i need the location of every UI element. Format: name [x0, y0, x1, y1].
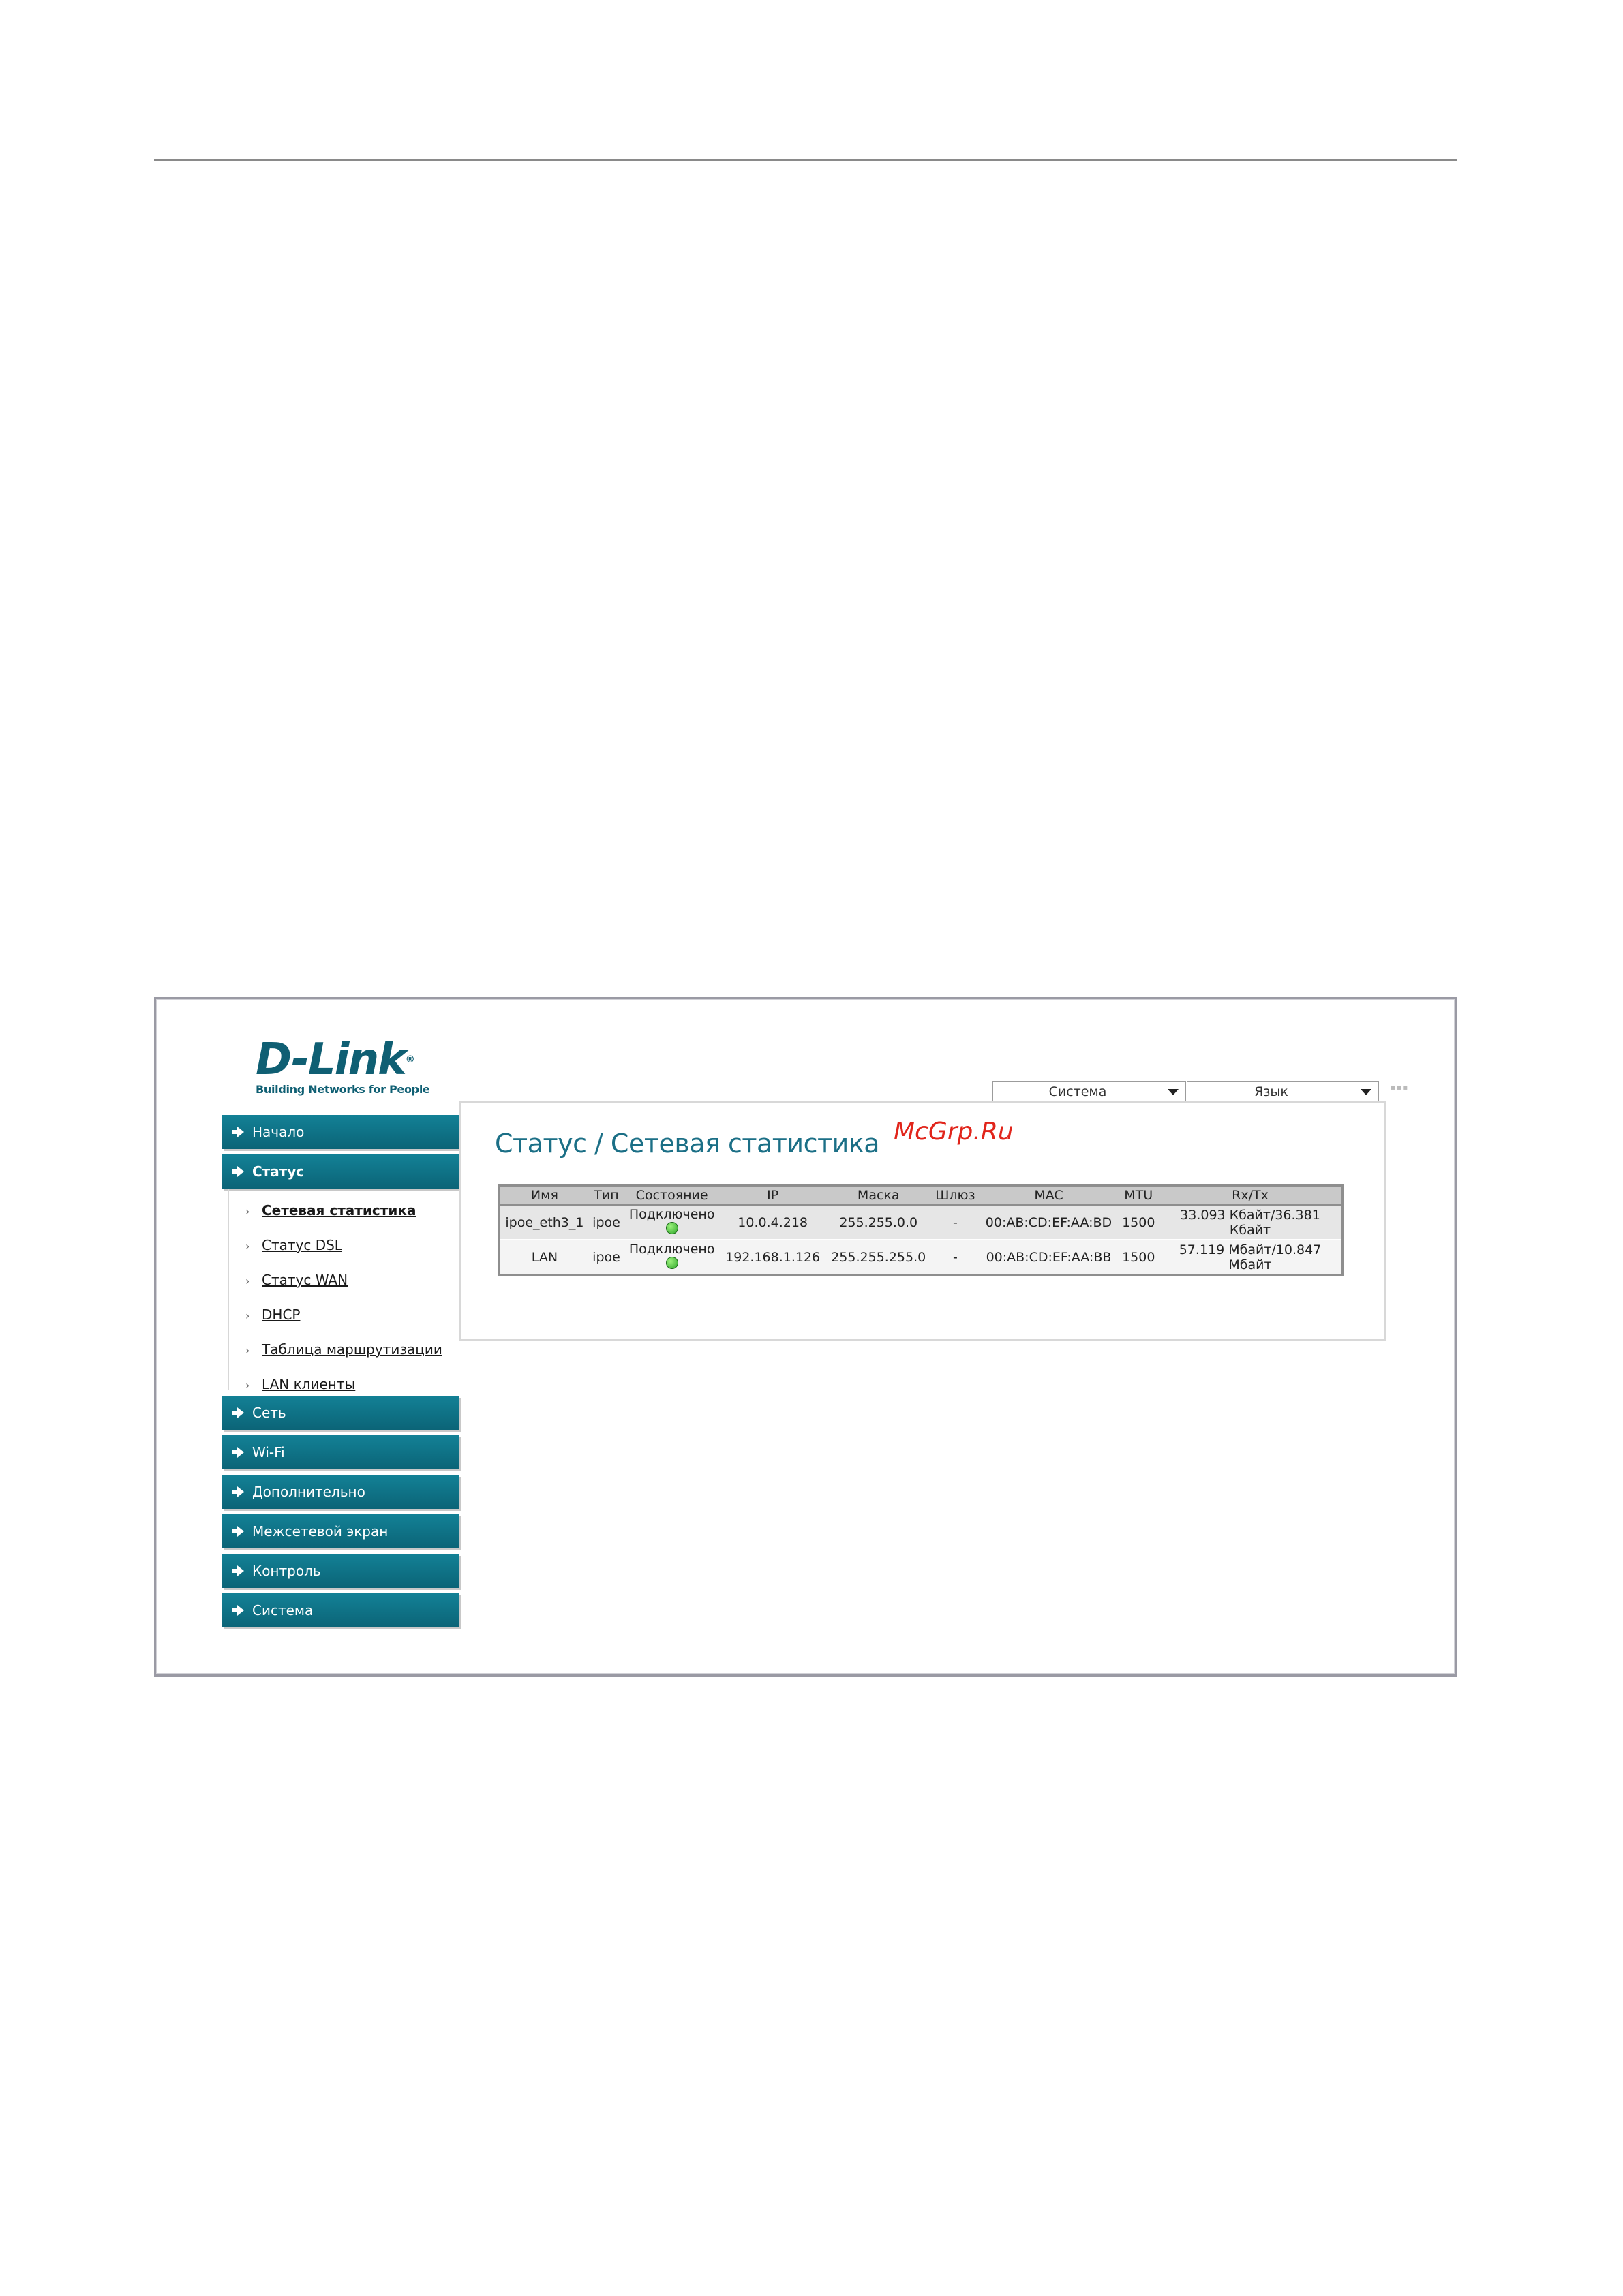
column-header-type: Тип: [588, 1185, 624, 1206]
submenu-item-wan-status[interactable]: › Статус WAN: [229, 1272, 459, 1306]
bullet-icon: ›: [245, 1309, 250, 1322]
nav-item-wifi[interactable]: Wi-Fi: [222, 1435, 459, 1469]
column-header-name: Имя: [499, 1185, 589, 1206]
cell-state: Подключено: [624, 1239, 721, 1275]
page-title: Статус / Сетевая статистика: [495, 1129, 880, 1159]
sidebar: Начало Статус › Сетевая статистика › Ста…: [222, 1115, 459, 1633]
bullet-icon: ›: [245, 1240, 250, 1253]
cell-mtu: 1500: [1118, 1205, 1159, 1240]
column-header-rxtx: Rx/Tx: [1159, 1185, 1343, 1206]
nav-item-firewall[interactable]: Межсетевой экран: [222, 1514, 459, 1548]
page-top-rule: [154, 159, 1457, 161]
state-text: Подключено: [628, 1242, 715, 1257]
nav-item-label: Дополнительно: [252, 1484, 365, 1500]
cell-mask: 255.255.255.0: [825, 1239, 932, 1275]
nav-item-label: Сеть: [252, 1405, 286, 1421]
nav-item-label: Начало: [252, 1124, 305, 1140]
cell-rxtx: 57.119 Мбайт/10.847 Мбайт: [1159, 1239, 1343, 1275]
bullet-icon: ›: [245, 1344, 250, 1357]
submenu-item-routing-table[interactable]: › Таблица маршрутизации: [229, 1341, 459, 1376]
table-row[interactable]: ipoe_eth3_1 ipoe Подключено 10.0.4.218 2…: [499, 1205, 1343, 1240]
cell-rxtx: 33.093 Кбайт/36.381 Кбайт: [1159, 1205, 1343, 1240]
corner-dots-icon: ▪▪▪: [1390, 1082, 1409, 1092]
language-dropdown[interactable]: Язык: [1187, 1081, 1379, 1103]
arrow-right-icon: [232, 1407, 244, 1419]
cell-state: Подключено: [624, 1205, 721, 1240]
watermark: McGrp.Ru: [894, 1118, 1014, 1146]
column-header-mac: MAC: [979, 1185, 1119, 1206]
nav-item-label: Межсетевой экран: [252, 1523, 389, 1540]
submenu-link[interactable]: DHCP: [262, 1306, 300, 1323]
nav-item-home[interactable]: Начало: [222, 1115, 459, 1149]
table-row[interactable]: LAN ipoe Подключено 192.168.1.126 255.25…: [499, 1239, 1343, 1275]
cell-mtu: 1500: [1118, 1239, 1159, 1275]
arrow-right-icon: [232, 1565, 244, 1577]
submenu-item-network-stats[interactable]: › Сетевая статистика: [229, 1202, 459, 1237]
logo-tagline: Building Networks for People: [256, 1083, 430, 1096]
cell-type: ipoe: [588, 1239, 624, 1275]
cell-name: LAN: [499, 1239, 589, 1275]
arrow-right-icon: [232, 1126, 244, 1138]
language-label: Язык: [1254, 1084, 1288, 1099]
cell-gateway: -: [931, 1205, 980, 1240]
arrow-right-icon: [232, 1604, 244, 1617]
nav-item-network[interactable]: Сеть: [222, 1396, 459, 1430]
column-header-gateway: Шлюз: [931, 1185, 980, 1206]
cell-mac: 00:AB:CD:EF:AA:BB: [979, 1239, 1119, 1275]
logo-registered-mark: ®: [405, 1054, 415, 1065]
table-header-row: Имя Тип Состояние IP Маска Шлюз MAC MTU …: [499, 1185, 1343, 1206]
status-submenu: › Сетевая статистика › Статус DSL › Стат…: [228, 1189, 459, 1392]
column-header-state: Состояние: [624, 1185, 721, 1206]
column-header-mtu: MTU: [1118, 1185, 1159, 1206]
status-ok-icon: [665, 1257, 678, 1269]
nav-item-label: Wi-Fi: [252, 1444, 285, 1460]
cell-name: ipoe_eth3_1: [499, 1205, 589, 1240]
system-menu-label: Система: [1048, 1084, 1107, 1099]
submenu-link[interactable]: Статус WAN: [262, 1272, 348, 1288]
router-web-interface: D-Link® Building Networks for People Сис…: [154, 997, 1457, 1677]
column-header-mask: Маска: [825, 1185, 932, 1206]
status-ok-icon: [665, 1222, 678, 1234]
submenu-link[interactable]: Таблица маршрутизации: [262, 1341, 442, 1358]
submenu-item-dhcp[interactable]: › DHCP: [229, 1306, 459, 1341]
system-menu-dropdown[interactable]: Система: [992, 1081, 1186, 1103]
bullet-icon: ›: [245, 1379, 250, 1392]
submenu-link[interactable]: Статус DSL: [262, 1237, 342, 1253]
cell-ip: 10.0.4.218: [720, 1205, 826, 1240]
logo-text: D-Link: [256, 1035, 407, 1085]
bullet-icon: ›: [245, 1205, 250, 1218]
nav-item-control[interactable]: Контроль: [222, 1554, 459, 1588]
nav-item-system[interactable]: Система: [222, 1593, 459, 1627]
chevron-down-icon: [1168, 1089, 1179, 1095]
network-stats-table: Имя Тип Состояние IP Маска Шлюз MAC MTU …: [498, 1184, 1344, 1276]
cell-gateway: -: [931, 1239, 980, 1275]
bullet-icon: ›: [245, 1274, 250, 1287]
cell-mac: 00:AB:CD:EF:AA:BD: [979, 1205, 1119, 1240]
cell-mask: 255.255.0.0: [825, 1205, 932, 1240]
arrow-right-icon: [232, 1486, 244, 1498]
nav-item-status[interactable]: Статус: [222, 1154, 459, 1189]
state-text: Подключено: [628, 1207, 715, 1222]
arrow-right-icon: [232, 1525, 244, 1537]
nav-item-label: Контроль: [252, 1563, 321, 1579]
nav-item-label: Система: [252, 1602, 314, 1619]
submenu-link[interactable]: LAN клиенты: [262, 1376, 355, 1392]
arrow-right-icon: [232, 1165, 244, 1178]
nav-item-label: Статус: [252, 1163, 305, 1180]
arrow-right-icon: [232, 1446, 244, 1458]
content-panel: Статус / Сетевая статистика McGrp.Ru Имя…: [459, 1101, 1386, 1341]
submenu-item-dsl-status[interactable]: › Статус DSL: [229, 1237, 459, 1272]
submenu-link[interactable]: Сетевая статистика: [262, 1202, 416, 1219]
chevron-down-icon: [1361, 1089, 1371, 1095]
cell-ip: 192.168.1.126: [720, 1239, 826, 1275]
nav-item-advanced[interactable]: Дополнительно: [222, 1475, 459, 1509]
column-header-ip: IP: [720, 1185, 826, 1206]
dlink-logo: D-Link® Building Networks for People: [256, 1038, 430, 1096]
cell-type: ipoe: [588, 1205, 624, 1240]
